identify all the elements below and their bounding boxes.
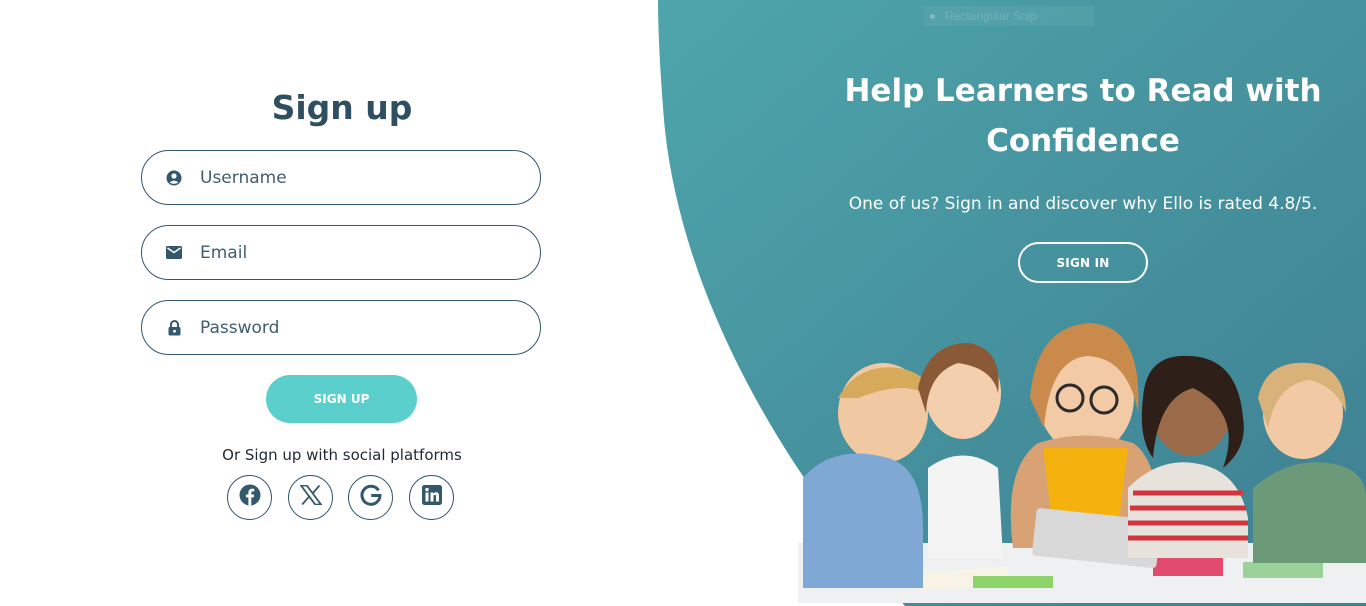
lock-icon bbox=[166, 319, 182, 336]
mail-icon bbox=[166, 245, 182, 261]
email-input[interactable] bbox=[200, 242, 500, 263]
x-button[interactable] bbox=[288, 475, 333, 520]
teacher-children-photo bbox=[798, 318, 1366, 603]
user-circle-icon bbox=[166, 170, 182, 186]
x-icon bbox=[298, 484, 323, 510]
email-field[interactable] bbox=[141, 225, 541, 280]
linkedin-button[interactable] bbox=[409, 475, 454, 520]
password-field[interactable] bbox=[141, 300, 541, 355]
sign-up-button[interactable]: SIGN UP bbox=[266, 375, 417, 423]
username-input[interactable] bbox=[200, 167, 500, 188]
promo-subtitle: One of us? Sign in and discover why Ello… bbox=[848, 194, 1318, 214]
facebook-button[interactable] bbox=[227, 475, 272, 520]
signup-page: Rectangular Snip Help Learners to Read w… bbox=[0, 0, 1366, 606]
facebook-icon bbox=[239, 484, 261, 511]
snip-tool-overlay: Rectangular Snip bbox=[924, 6, 1094, 26]
username-field[interactable] bbox=[141, 150, 541, 205]
snip-tool-label: Rectangular Snip bbox=[945, 9, 1038, 23]
password-input[interactable] bbox=[200, 317, 500, 338]
google-icon bbox=[360, 484, 382, 511]
sign-in-button[interactable]: SIGN IN bbox=[1018, 242, 1148, 283]
linkedin-icon bbox=[421, 485, 442, 510]
promo-title: Help Learners to Read with Confidence bbox=[844, 73, 1322, 159]
social-platforms-text: Or Sign up with social platforms bbox=[222, 446, 462, 464]
google-button[interactable] bbox=[348, 475, 393, 520]
page-title: Sign up bbox=[271, 88, 413, 127]
